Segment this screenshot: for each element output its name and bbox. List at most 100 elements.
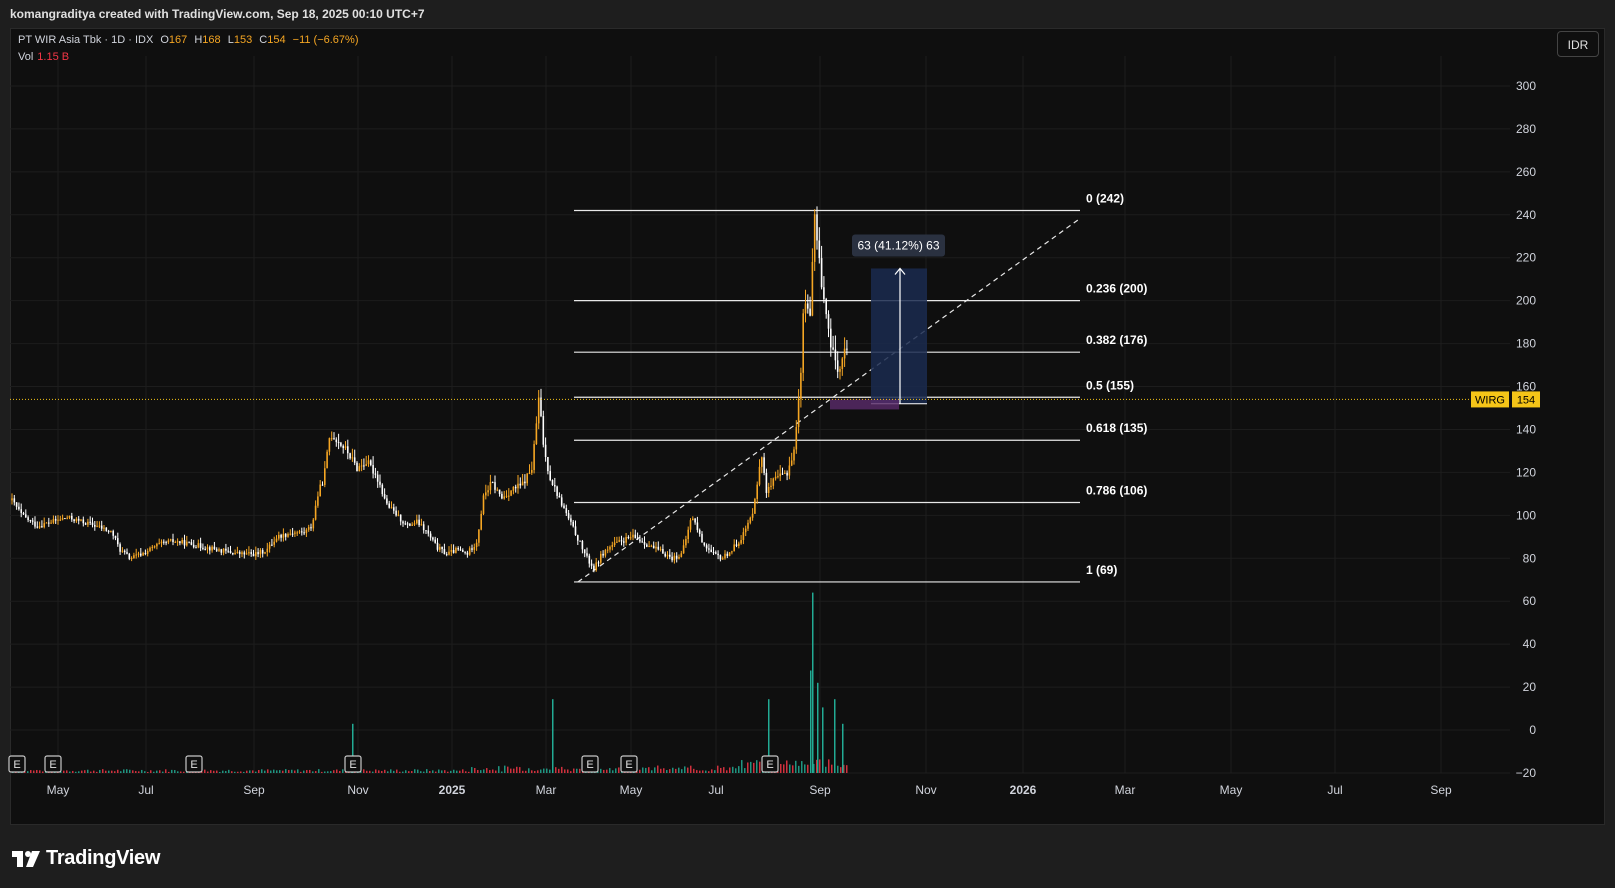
candle-body	[533, 444, 535, 470]
candle-body	[52, 519, 55, 523]
candle-body	[349, 453, 351, 459]
candle-body	[57, 519, 59, 521]
open-label: O	[160, 34, 169, 46]
volume-bar	[372, 771, 374, 773]
candle-body	[485, 492, 487, 496]
volume-bar	[789, 764, 791, 773]
candle-body	[521, 481, 524, 486]
candle-body	[747, 522, 749, 529]
candle-body	[551, 480, 554, 486]
candle-body	[731, 551, 733, 553]
candle-body	[627, 537, 630, 539]
candle-body	[367, 460, 370, 465]
candle-body	[505, 495, 508, 497]
fib-trend-line	[577, 217, 1081, 583]
candle-body	[215, 549, 218, 551]
volume-bar	[393, 770, 395, 773]
candle-body	[510, 490, 512, 496]
candle-body	[784, 472, 786, 474]
volume-bar	[837, 765, 839, 773]
volume-bar	[495, 770, 497, 773]
candle-body	[459, 549, 462, 551]
candle-body	[268, 544, 271, 549]
earnings-marker[interactable]: E	[8, 755, 26, 773]
candle-body	[726, 553, 729, 556]
candle-body	[590, 563, 593, 566]
candle-body	[652, 545, 655, 549]
candle-body	[820, 258, 823, 288]
earnings-marker[interactable]: E	[761, 755, 779, 773]
volume-bar	[423, 771, 425, 773]
volume-bar	[609, 768, 611, 773]
volume-bar	[687, 767, 689, 773]
earnings-marker[interactable]: E	[581, 755, 599, 773]
open-value: 167	[168, 34, 188, 46]
y-tick-label: 300	[1516, 79, 1536, 93]
candle-body	[209, 547, 211, 551]
candle-body	[836, 360, 839, 372]
candle-body	[22, 512, 25, 515]
candle-body	[388, 503, 390, 508]
candle-body	[77, 518, 80, 521]
volume-bar	[138, 771, 140, 773]
volume-bar	[63, 770, 65, 773]
volume-bar	[807, 764, 809, 773]
candle-body	[763, 457, 765, 473]
volume-bar	[723, 767, 725, 773]
volume-bar	[654, 767, 656, 773]
candle-body	[98, 525, 101, 527]
candle-body	[376, 474, 379, 482]
candle-body	[717, 553, 719, 556]
earnings-marker[interactable]: E	[344, 755, 362, 773]
volume-bar	[276, 770, 278, 773]
earnings-marker[interactable]: E	[44, 755, 62, 773]
earnings-marker[interactable]: E	[185, 755, 203, 773]
candle-body	[289, 533, 292, 535]
candle-body	[363, 465, 365, 467]
candle-body	[650, 545, 653, 547]
candle-body	[593, 565, 595, 571]
candle-body	[146, 551, 149, 554]
volume-bar	[531, 770, 533, 773]
volume-bar	[702, 770, 704, 773]
tradingview-logo[interactable]: TradingView	[12, 847, 160, 870]
volume-bar	[369, 770, 371, 773]
candle-body	[662, 548, 664, 554]
candle-body	[501, 493, 503, 499]
fib-level-label: 0.786 (106)	[1086, 483, 1147, 497]
candle-body	[31, 520, 34, 522]
candle-body	[703, 542, 706, 546]
candle-body	[600, 553, 602, 563]
last-price-badge-label: 154	[1517, 394, 1535, 406]
candle-body	[105, 527, 108, 531]
candle-body	[340, 442, 342, 446]
symbol-legend[interactable]: PT WIR Asia Tbk · 1D · IDX O167 H168 L15…	[18, 34, 358, 46]
volume-bar	[783, 764, 785, 773]
y-tick-label: 260	[1516, 165, 1536, 179]
candle-body	[475, 542, 478, 547]
price-chart[interactable]: 0 (242) 0.236 (200) 0.382 (176) 0.5 (155) 0.…	[0, 0, 1615, 888]
candle-body	[126, 552, 128, 554]
currency-button[interactable]: IDR	[1557, 31, 1599, 57]
candle-body	[301, 531, 303, 533]
volume-bar	[810, 670, 812, 773]
volume-bar	[522, 770, 524, 773]
candle-body	[800, 372, 802, 399]
candle-body	[758, 466, 761, 485]
volume-bar	[417, 769, 419, 773]
volume-bar	[258, 770, 260, 773]
candle-body	[266, 548, 269, 553]
change-value: −11 (−6.67%)	[292, 34, 359, 46]
volume-bar	[744, 768, 746, 773]
volume-bar	[123, 769, 125, 773]
earnings-marker[interactable]: E	[620, 755, 638, 773]
volume-legend[interactable]: Vol 1.15 B	[18, 51, 69, 63]
volume-bar	[336, 769, 338, 773]
candle-body	[358, 466, 361, 472]
candle-body	[284, 533, 287, 537]
candle-body	[321, 484, 324, 486]
volume-bar	[114, 771, 116, 773]
volume-bar	[831, 764, 833, 773]
volume-bar	[267, 769, 269, 773]
candle-body	[751, 513, 754, 518]
